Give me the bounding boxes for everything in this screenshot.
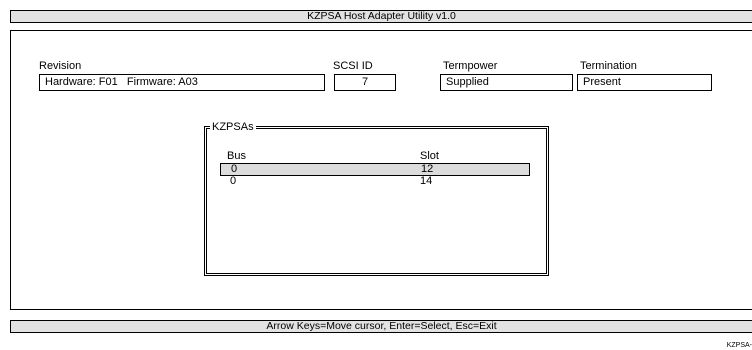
- bus-column-header: Bus: [227, 150, 246, 162]
- scsi-id-field[interactable]: 7: [334, 74, 396, 91]
- termpower-label: Termpower: [443, 60, 498, 72]
- revision-field: Hardware: F01 Firmware: A03: [39, 74, 325, 91]
- app-title: KZPSA Host Adapter Utility v1.0: [307, 10, 456, 22]
- key-help-text: Arrow Keys=Move cursor, Enter=Select, Es…: [266, 320, 497, 332]
- slot-cell: 12: [421, 163, 434, 175]
- status-bar: Arrow Keys=Move cursor, Enter=Select, Es…: [10, 320, 752, 333]
- kzpsas-group-title: KZPSAs: [210, 121, 256, 133]
- kzpsa-row[interactable]: 0 14: [220, 176, 530, 189]
- bus-cell: 0: [230, 175, 237, 187]
- title-bar: KZPSA Host Adapter Utility v1.0: [10, 10, 752, 23]
- revision-label: Revision: [39, 60, 82, 72]
- bus-cell: 0: [231, 163, 238, 175]
- slot-column-header: Slot: [420, 150, 439, 162]
- termpower-field[interactable]: Supplied: [440, 74, 573, 91]
- scsi-id-label: SCSI ID: [333, 60, 373, 72]
- main-panel: Revision Hardware: F01 Firmware: A03 SCS…: [10, 30, 752, 310]
- kzpsas-group: KZPSAs Bus Slot 0 12 0 14: [204, 121, 549, 276]
- corner-tag: KZPSA-: [726, 342, 752, 349]
- kzpsa-row-selected[interactable]: 0 12: [220, 163, 530, 176]
- termination-field[interactable]: Present: [577, 74, 712, 91]
- termination-label: Termination: [580, 60, 637, 72]
- slot-cell: 14: [420, 175, 433, 187]
